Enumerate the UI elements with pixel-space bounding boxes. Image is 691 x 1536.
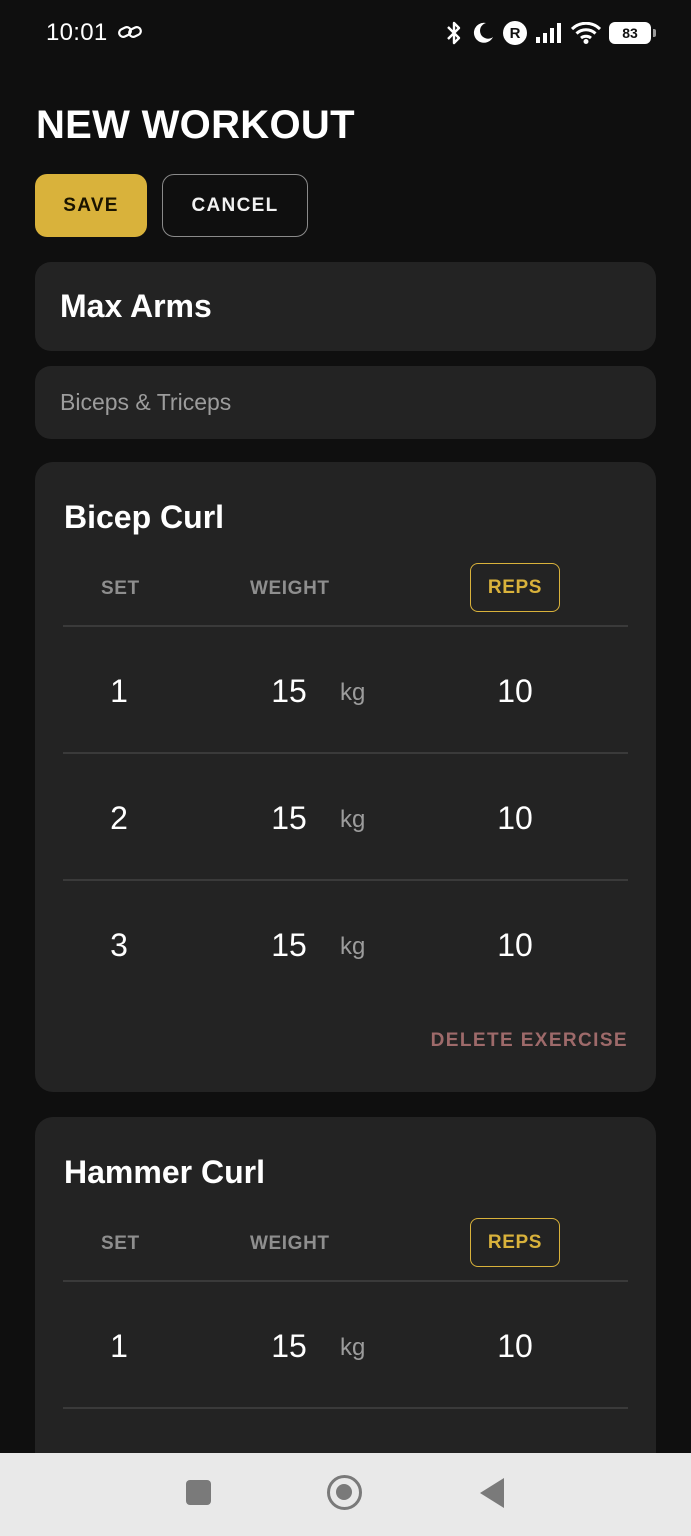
weight-input[interactable]: 15	[249, 1328, 329, 1365]
page-title: NEW WORKOUT	[36, 103, 355, 147]
set-number: 1	[110, 1328, 128, 1364]
weight-unit: kg	[340, 1334, 366, 1361]
weight-input[interactable]: 15	[249, 927, 329, 964]
battery-icon: 83	[609, 22, 656, 44]
reps-input[interactable]: 10	[475, 1328, 555, 1365]
link-icon	[118, 26, 142, 38]
divider	[63, 1407, 628, 1409]
delete-exercise-button[interactable]: DELETE EXERCISE	[431, 1030, 628, 1052]
exercise-title[interactable]: Bicep Curl	[64, 499, 224, 536]
divider	[63, 625, 628, 627]
wifi-icon	[571, 22, 601, 44]
weight-input[interactable]: 15	[249, 673, 329, 710]
divider	[63, 752, 628, 754]
column-header-weight: WEIGHT	[250, 578, 330, 599]
reps-input[interactable]: 10	[475, 927, 555, 964]
set-number: 1	[110, 673, 128, 709]
weight-unit: kg	[340, 679, 366, 706]
moon-icon	[473, 22, 493, 43]
back-icon[interactable]	[480, 1478, 504, 1508]
reps-input[interactable]: 10	[475, 800, 555, 837]
navigation-bar	[0, 1453, 691, 1536]
column-header-set: SET	[101, 578, 140, 599]
reps-toggle-button[interactable]: REPS	[470, 563, 560, 612]
reps-input[interactable]: 10	[475, 673, 555, 710]
reps-toggle-button[interactable]: REPS	[470, 1218, 560, 1267]
set-number: 3	[110, 927, 128, 963]
cancel-button[interactable]: CANCEL	[162, 174, 308, 237]
divider	[63, 1280, 628, 1282]
status-bar: 10:01 R 83	[0, 0, 691, 66]
status-time: 10:01	[46, 19, 108, 46]
exercise-title[interactable]: Hammer Curl	[64, 1154, 265, 1191]
app-screen: 10:01 R 83 NEW WORKOUT SAVE CANCEL Max A…	[0, 0, 691, 1536]
recents-icon[interactable]	[186, 1480, 211, 1505]
exercise-card: Bicep Curl SET WEIGHT REPS 1 15 kg 10 2 …	[35, 462, 656, 1092]
workout-description-input[interactable]: Biceps & Triceps	[35, 366, 656, 439]
divider	[63, 879, 628, 881]
save-button[interactable]: SAVE	[35, 174, 147, 237]
weight-unit: kg	[340, 933, 366, 960]
weight-unit: kg	[340, 806, 366, 833]
home-icon[interactable]	[327, 1475, 362, 1510]
weight-input[interactable]: 15	[249, 800, 329, 837]
workout-name-input[interactable]: Max Arms	[35, 262, 656, 351]
signal-icon	[536, 23, 561, 43]
bluetooth-icon	[447, 21, 461, 45]
column-header-weight: WEIGHT	[250, 1233, 330, 1254]
r-badge-icon: R	[503, 21, 527, 45]
set-number: 2	[110, 800, 128, 836]
status-icons: R 83	[445, 18, 656, 48]
column-header-set: SET	[101, 1233, 140, 1254]
